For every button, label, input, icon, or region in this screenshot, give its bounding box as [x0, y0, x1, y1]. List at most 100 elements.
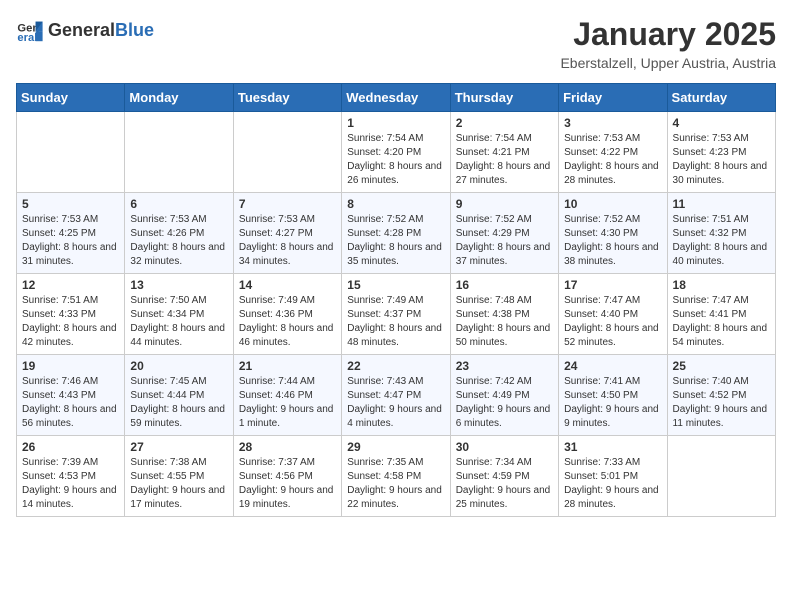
day-number: 23 — [456, 359, 553, 373]
day-number: 22 — [347, 359, 444, 373]
svg-text:eral: eral — [17, 32, 37, 44]
calendar-cell: 9Sunrise: 7:52 AMSunset: 4:29 PMDaylight… — [450, 193, 558, 274]
calendar-cell: 29 Sunrise: 7:35 AMSunset: 4:58 PMDayligh… — [342, 436, 450, 517]
day-info: Sunrise: 7:35 AMSunset: 4:58 PMDaylight:… — [347, 456, 444, 512]
day-info: Sunrise: 7:51 AMSunset: 4:32 PMDaylight:… — [673, 213, 770, 269]
calendar-cell: 31Sunrise: 7:33 AMSunset: 5:01 PMDayligh… — [559, 436, 667, 517]
day-info: Sunrise: 7:52 AMSunset: 4:30 PMDaylight:… — [564, 213, 661, 269]
day-info: Sunrise: 7:48 AMSunset: 4:38 PMDaylight:… — [456, 294, 553, 350]
day-number: 17 — [564, 278, 661, 292]
day-info: Sunrise: 7:54 AMSunset: 4:21 PMDaylight:… — [456, 132, 553, 188]
calendar-cell: 10 Sunrise: 7:52 AMSunset: 4:30 PMDayligh… — [559, 193, 667, 274]
day-number: 16 — [456, 278, 553, 292]
weekday-header-monday: Monday — [125, 84, 233, 112]
day-number: 21 — [239, 359, 336, 373]
day-number: 11 — [673, 197, 770, 211]
calendar-cell: 11 Sunrise: 7:51 AMSunset: 4:32 PMDayligh… — [667, 193, 775, 274]
day-number: 18 — [673, 278, 770, 292]
day-number: 28 — [239, 440, 336, 454]
day-number: 26 — [22, 440, 119, 454]
day-number: 12 — [22, 278, 119, 292]
day-info: Sunrise: 7:53 AMSunset: 4:22 PMDaylight:… — [564, 132, 661, 188]
day-number: 13 — [130, 278, 227, 292]
calendar-week-2: 5Sunrise: 7:53 AMSunset: 4:25 PMDaylight… — [17, 193, 776, 274]
day-number: 2 — [456, 116, 553, 130]
logo: Gen eral GeneralBlue — [16, 16, 154, 44]
day-info: Sunrise: 7:49 AMSunset: 4:37 PMDaylight:… — [347, 294, 444, 350]
day-number: 24 — [564, 359, 661, 373]
day-info: Sunrise: 7:42 AMSunset: 4:49 PMDaylight:… — [456, 375, 553, 431]
day-number: 29 — [347, 440, 444, 454]
day-number: 19 — [22, 359, 119, 373]
calendar-cell — [17, 112, 125, 193]
weekday-header-sunday: Sunday — [17, 84, 125, 112]
day-info: Sunrise: 7:50 AMSunset: 4:34 PMDaylight:… — [130, 294, 227, 350]
calendar-cell: 8Sunrise: 7:52 AMSunset: 4:28 PMDaylight… — [342, 193, 450, 274]
calendar-cell: 4 Sunrise: 7:53 AMSunset: 4:23 PMDaylight… — [667, 112, 775, 193]
day-number: 31 — [564, 440, 661, 454]
calendar-cell: 5Sunrise: 7:53 AMSunset: 4:25 PMDaylight… — [17, 193, 125, 274]
day-number: 25 — [673, 359, 770, 373]
day-info: Sunrise: 7:46 AMSunset: 4:43 PMDaylight:… — [22, 375, 119, 431]
day-info: Sunrise: 7:51 AMSunset: 4:33 PMDaylight:… — [22, 294, 119, 350]
day-info: Sunrise: 7:39 AMSunset: 4:53 PMDaylight:… — [22, 456, 119, 512]
calendar-cell: 22Sunrise: 7:43 AMSunset: 4:47 PMDayligh… — [342, 355, 450, 436]
calendar-subtitle: Eberstalzell, Upper Austria, Austria — [560, 55, 776, 71]
weekday-header-friday: Friday — [559, 84, 667, 112]
calendar-cell: 7 Sunrise: 7:53 AMSunset: 4:27 PMDaylight… — [233, 193, 341, 274]
day-info: Sunrise: 7:52 AMSunset: 4:28 PMDaylight:… — [347, 213, 444, 269]
day-number: 15 — [347, 278, 444, 292]
calendar-cell: 1 Sunrise: 7:54 AMSunset: 4:20 PMDaylight… — [342, 112, 450, 193]
calendar-cell — [125, 112, 233, 193]
day-info: Sunrise: 7:44 AMSunset: 4:46 PMDaylight:… — [239, 375, 336, 431]
weekday-header-tuesday: Tuesday — [233, 84, 341, 112]
logo-blue-text: Blue — [115, 20, 154, 40]
logo-general-text: General — [48, 20, 115, 40]
calendar-cell: 26 Sunrise: 7:39 AMSunset: 4:53 PMDayligh… — [17, 436, 125, 517]
day-info: Sunrise: 7:47 AMSunset: 4:40 PMDaylight:… — [564, 294, 661, 350]
calendar-week-1: 1 Sunrise: 7:54 AMSunset: 4:20 PMDaylight… — [17, 112, 776, 193]
day-number: 14 — [239, 278, 336, 292]
calendar-title: January 2025 — [560, 16, 776, 53]
day-info: Sunrise: 7:53 AMSunset: 4:27 PMDaylight:… — [239, 213, 336, 269]
day-number: 7 — [239, 197, 336, 211]
calendar-cell: 3Sunrise: 7:53 AMSunset: 4:22 PMDaylight… — [559, 112, 667, 193]
day-number: 27 — [130, 440, 227, 454]
calendar-cell: 25 Sunrise: 7:40 AMSunset: 4:52 PMDayligh… — [667, 355, 775, 436]
calendar-cell: 24 Sunrise: 7:41 AMSunset: 4:50 PMDayligh… — [559, 355, 667, 436]
calendar-cell: 2 Sunrise: 7:54 AMSunset: 4:21 PMDaylight… — [450, 112, 558, 193]
calendar-table: SundayMondayTuesdayWednesdayThursdayFrid… — [16, 83, 776, 517]
day-info: Sunrise: 7:34 AMSunset: 4:59 PMDaylight:… — [456, 456, 553, 512]
day-number: 4 — [673, 116, 770, 130]
day-number: 6 — [130, 197, 227, 211]
calendar-cell: 6Sunrise: 7:53 AMSunset: 4:26 PMDaylight… — [125, 193, 233, 274]
calendar-cell: 18Sunrise: 7:47 AMSunset: 4:41 PMDayligh… — [667, 274, 775, 355]
day-info: Sunrise: 7:38 AMSunset: 4:55 PMDaylight:… — [130, 456, 227, 512]
calendar-cell: 20 Sunrise: 7:45 AMSunset: 4:44 PMDayligh… — [125, 355, 233, 436]
calendar-cell: 19 Sunrise: 7:46 AMSunset: 4:43 PMDayligh… — [17, 355, 125, 436]
weekday-header-wednesday: Wednesday — [342, 84, 450, 112]
day-number: 9 — [456, 197, 553, 211]
calendar-cell: 14Sunrise: 7:49 AMSunset: 4:36 PMDayligh… — [233, 274, 341, 355]
logo-icon: Gen eral — [16, 16, 44, 44]
day-info: Sunrise: 7:41 AMSunset: 4:50 PMDaylight:… — [564, 375, 661, 431]
weekday-header-thursday: Thursday — [450, 84, 558, 112]
day-number: 1 — [347, 116, 444, 130]
calendar-cell: 12 Sunrise: 7:51 AMSunset: 4:33 PMDayligh… — [17, 274, 125, 355]
calendar-cell: 15 Sunrise: 7:49 AMSunset: 4:37 PMDayligh… — [342, 274, 450, 355]
calendar-cell: 16 Sunrise: 7:48 AMSunset: 4:38 PMDayligh… — [450, 274, 558, 355]
calendar-cell: 13 Sunrise: 7:50 AMSunset: 4:34 PMDayligh… — [125, 274, 233, 355]
day-number: 10 — [564, 197, 661, 211]
day-info: Sunrise: 7:53 AMSunset: 4:25 PMDaylight:… — [22, 213, 119, 269]
weekday-header-saturday: Saturday — [667, 84, 775, 112]
day-info: Sunrise: 7:40 AMSunset: 4:52 PMDaylight:… — [673, 375, 770, 431]
day-info: Sunrise: 7:54 AMSunset: 4:20 PMDaylight:… — [347, 132, 444, 188]
calendar-cell: 17 Sunrise: 7:47 AMSunset: 4:40 PMDayligh… — [559, 274, 667, 355]
calendar-cell — [233, 112, 341, 193]
day-number: 20 — [130, 359, 227, 373]
calendar-cell: 23 Sunrise: 7:42 AMSunset: 4:49 PMDayligh… — [450, 355, 558, 436]
day-info: Sunrise: 7:45 AMSunset: 4:44 PMDaylight:… — [130, 375, 227, 431]
weekday-header-row: SundayMondayTuesdayWednesdayThursdayFrid… — [17, 84, 776, 112]
day-info: Sunrise: 7:53 AMSunset: 4:23 PMDaylight:… — [673, 132, 770, 188]
calendar-cell — [667, 436, 775, 517]
